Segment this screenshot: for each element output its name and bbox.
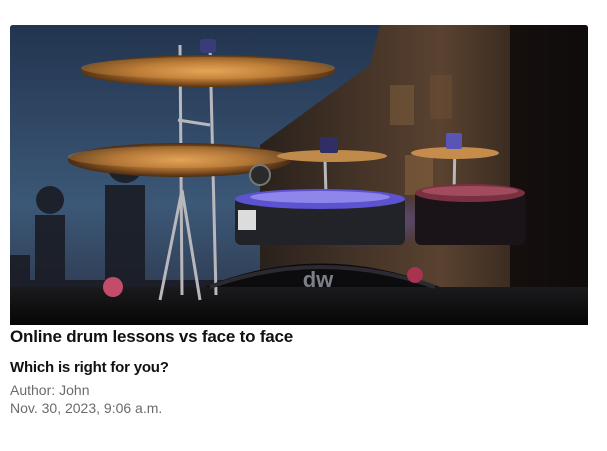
author-label: Author:	[10, 382, 56, 398]
dw-logo: dw	[303, 267, 334, 292]
author-name: John	[59, 382, 90, 398]
article-subtitle: Which is right for you?	[10, 359, 169, 376]
article-date: Nov. 30, 2023, 9:06 a.m.	[10, 400, 163, 416]
article-card[interactable]: dw Online drum lessons vs face to face W…	[10, 25, 588, 416]
article-author: Author: John	[10, 381, 90, 399]
article-image[interactable]: dw	[10, 25, 588, 325]
article-title[interactable]: Online drum lessons vs face to face	[10, 326, 293, 348]
